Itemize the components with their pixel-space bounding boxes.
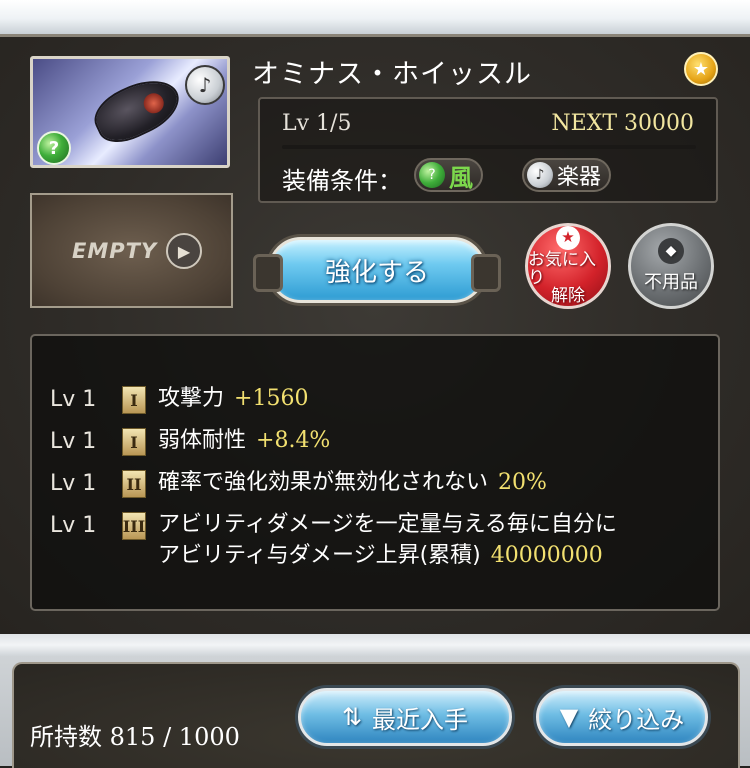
skill-row: Lv 1 I 弱体耐性 +8.4% xyxy=(50,428,330,457)
possession-count: 所持数 815 / 1000 xyxy=(30,717,240,752)
skill-name: 確率で強化効果が無効化されない xyxy=(158,470,489,495)
skill-text: 確率で強化効果が無効化されない 20% xyxy=(158,468,547,499)
skill-text: アビリティダメージを一定量与える毎に自分に アビリティ与ダメージ上昇(累積) 40… xyxy=(158,510,617,572)
skill-text: 攻撃力 +1560 xyxy=(158,384,308,415)
skill-row: Lv 1 I 攻撃力 +1560 xyxy=(50,386,308,415)
wind-icon: ? xyxy=(37,131,71,165)
filter-label: 絞り込み xyxy=(588,705,685,734)
type-label: 楽器 xyxy=(557,165,602,190)
discard-icon: ◆ xyxy=(658,238,684,264)
panel-separator xyxy=(0,634,750,656)
equip-condition-label: 装備条件： xyxy=(282,167,402,195)
unfavorite-label-1: お気に入り xyxy=(528,250,596,289)
skill-value: +8.4% xyxy=(256,428,331,453)
empty-label: EMPTY xyxy=(72,239,158,263)
skill-level: Lv 1 xyxy=(50,513,97,538)
top-strip xyxy=(0,0,750,34)
unfavorite-label-2: 解除 xyxy=(551,285,585,306)
skill-name: 弱体耐性 xyxy=(158,428,247,453)
sort-label: 最近入手 xyxy=(372,705,469,734)
skin-slot[interactable]: EMPTY ▶ xyxy=(30,193,233,308)
unfavorite-button[interactable]: ★ お気に入り 解除 xyxy=(525,223,611,309)
unneeded-button[interactable]: ◆ 不用品 xyxy=(628,223,714,309)
skill-level: Lv 1 xyxy=(50,387,97,412)
sort-button[interactable]: ⇅ 最近入手 xyxy=(298,688,512,746)
favorite-star-icon: ★ xyxy=(684,52,718,86)
tier-badge: I xyxy=(122,428,146,456)
item-thumbnail[interactable]: ♪ ? xyxy=(30,56,230,168)
count-label: 所持数 xyxy=(30,723,102,751)
skills-box: Lv 1 I 攻撃力 +1560 Lv 1 I 弱体耐性 +8.4% Lv 1 II… xyxy=(30,334,720,611)
level-text: Lv 1/5 xyxy=(282,111,352,136)
skill-row: Lv 1 III アビリティダメージを一定量与える毎に自分に アビリティ与ダメー… xyxy=(50,512,617,572)
skill-value: +1560 xyxy=(234,386,309,411)
type-condition: ♪ 楽器 xyxy=(522,158,612,192)
star-icon: ★ xyxy=(556,226,580,251)
item-name: オミナス・ホイッスル xyxy=(252,59,532,90)
item-info-box: Lv 1/5 NEXT 30000 装備条件： ? 風 ♪ 楽器 xyxy=(258,97,718,203)
skill-row: Lv 1 II 確率で強化効果が無効化されない 20% xyxy=(50,470,547,499)
exp-bar xyxy=(282,145,696,149)
skill-text: 弱体耐性 +8.4% xyxy=(158,426,330,457)
unneeded-label: 不用品 xyxy=(644,272,698,293)
skill-name-line2: アビリティ与ダメージ上昇(累積) xyxy=(158,542,481,568)
enhance-label: 強化する xyxy=(324,257,429,288)
skill-value: 40000000 xyxy=(490,542,603,568)
tier-badge: III xyxy=(122,512,146,540)
whistle-image xyxy=(89,71,185,149)
count-value: 815 / 1000 xyxy=(109,723,240,751)
enhance-button[interactable]: 強化する xyxy=(253,237,501,303)
play-icon[interactable]: ▶ xyxy=(166,233,202,269)
skill-level: Lv 1 xyxy=(50,471,97,496)
skill-value: 20% xyxy=(498,470,547,495)
harp-icon: ♪ xyxy=(527,162,553,188)
next-exp-text: NEXT 30000 xyxy=(551,111,694,136)
skill-level: Lv 1 xyxy=(50,429,97,454)
skill-name: 攻撃力 xyxy=(158,386,225,411)
element-condition: ? 風 xyxy=(414,158,483,192)
skill-name-line1: アビリティダメージを一定量与える毎に自分に xyxy=(158,512,617,537)
wind-icon: ? xyxy=(419,162,445,188)
harp-icon: ♪ xyxy=(185,65,225,105)
sort-icon: ⇅ xyxy=(341,703,363,731)
tier-badge: II xyxy=(122,470,146,498)
filter-button[interactable]: ▼ 絞り込み xyxy=(536,688,708,746)
filter-icon: ▼ xyxy=(559,703,579,731)
tier-badge: I xyxy=(122,386,146,414)
element-label: 風 xyxy=(449,163,473,192)
